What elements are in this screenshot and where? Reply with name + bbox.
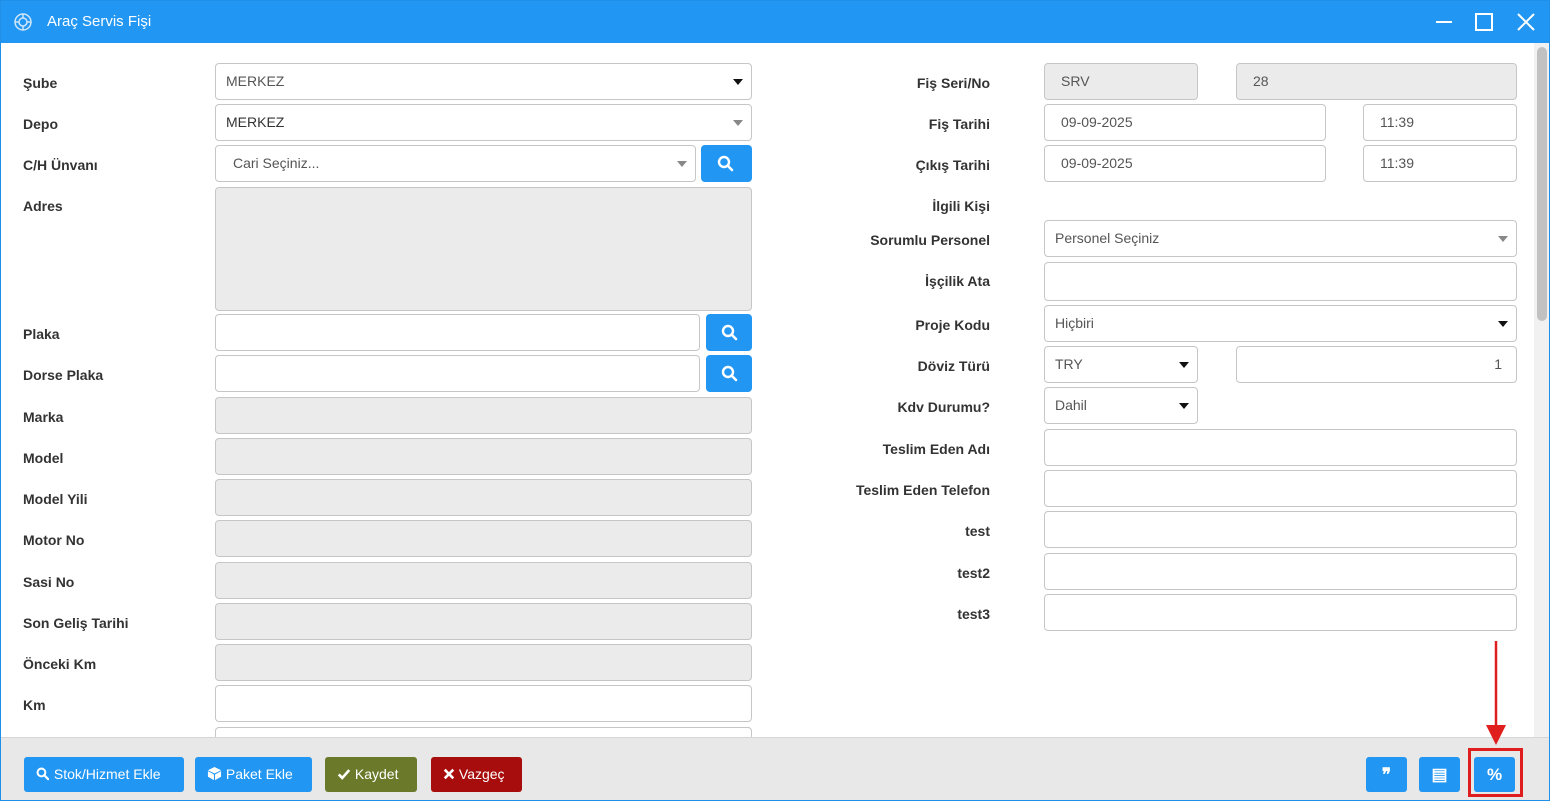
test-input[interactable] [1044,511,1517,548]
footer-toolbar: Stok/Hizmet Ekle Paket Ekle Kaydet Vazge… [1,737,1549,800]
app-logo-icon [14,13,32,31]
x-icon [443,768,455,780]
test3-label: test3 [957,606,990,622]
depo-label: Depo [23,116,58,132]
vertical-scrollbar[interactable] [1534,43,1549,737]
vazgec-button[interactable]: Vazgeç [431,757,522,792]
motor-no-label: Motor No [23,532,85,548]
proje-kodu-select[interactable]: Hiçbiri [1044,305,1517,342]
red-arrow-annotation [1486,641,1506,745]
stok-hizmet-ekle-button[interactable]: Stok/Hizmet Ekle [24,757,184,792]
marka-label: Marka [23,409,64,425]
plaka-label: Plaka [23,326,60,342]
kaydet-label: Kaydet [354,766,399,782]
paket-ekle-label: Paket Ekle [225,766,293,782]
close-button[interactable] [1513,9,1539,35]
depo-select[interactable]: MERKEZ [215,104,752,141]
scrollbar-thumb[interactable] [1537,47,1547,321]
teslim-eden-adi-label: Teslim Eden Adı [882,441,990,457]
motor-no-input [215,520,752,557]
cikis-tarihi-time-input[interactable]: 11:39 [1363,145,1517,182]
quote-icon: ❞ [1381,765,1392,784]
teslim-eden-telefon-label: Teslim Eden Telefon [855,482,990,498]
vazgec-label: Vazgeç [458,766,505,782]
kdv-durumu-label: Kdv Durumu? [897,399,990,415]
test2-input[interactable] [1044,553,1517,590]
form-content: Şube MERKEZ Depo MERKEZ C/H Ünvanı Cari … [1,43,1534,737]
teslim-eden-telefon-input[interactable] [1044,470,1517,507]
doviz-kuru-input[interactable]: 1 [1236,346,1517,383]
fis-tarihi-date-input[interactable]: 09-09-2025 [1044,104,1326,141]
next-field-input[interactable] [215,727,752,737]
check-icon [337,769,351,780]
km-label: Km [23,697,46,713]
test-label: test [965,523,990,539]
notebook-button[interactable]: ▤ [1419,757,1460,792]
proje-kodu-label: Proje Kodu [915,317,990,333]
arac-servis-fisi-window: Araç Servis Fişi Şube MERKEZ Depo MERKEZ… [0,0,1550,801]
model-label: Model [23,450,64,466]
onceki-km-input [215,644,752,681]
fis-tarihi-time-input[interactable]: 11:39 [1363,104,1517,141]
cari-select[interactable]: Cari Seçiniz... [215,145,696,182]
fis-tarihi-label: Fiş Tarihi [928,116,990,132]
test2-label: test2 [957,565,990,581]
maximize-icon [1475,13,1493,31]
minimize-icon [1436,21,1452,23]
percent-button-highlight [1468,748,1523,797]
sorumlu-personel-label: Sorumlu Personel [870,232,990,248]
onceki-km-label: Önceki Km [23,656,97,672]
fis-seri-input: SRV [1044,63,1198,100]
adres-textarea[interactable] [215,187,752,311]
ilgili-kisi-label: İlgili Kişi [932,198,990,214]
model-input [215,438,752,475]
iscilik-ata-label: İşçilik Ata [925,273,990,289]
son-gelis-tarihi-input [215,603,752,640]
kdv-durumu-select[interactable]: Dahil [1044,387,1198,424]
adres-label: Adres [23,198,63,214]
minimize-button[interactable] [1431,9,1457,35]
book-icon: ▤ [1431,765,1448,784]
fis-seri-no-label: Fiş Seri/No [916,75,990,91]
paket-ekle-button[interactable]: Paket Ekle [195,757,312,792]
dorse-plaka-label: Dorse Plaka [23,367,104,383]
sube-select[interactable]: MERKEZ [215,63,752,100]
plaka-input[interactable] [215,314,700,351]
ch-unvani-label: C/H Ünvanı [23,157,98,173]
sube-label: Şube [23,75,58,91]
sasi-no-input [215,562,752,599]
quote-button[interactable]: ❞ [1366,757,1407,792]
iscilik-ata-input[interactable] [1044,262,1517,301]
window-title: Araç Servis Fişi [47,13,152,30]
close-icon [1517,13,1535,31]
title-bar: Araç Servis Fişi [1,1,1549,43]
test3-input[interactable] [1044,594,1517,631]
model-yili-input [215,479,752,516]
kaydet-button[interactable]: Kaydet [325,757,417,792]
maximize-button[interactable] [1471,9,1497,35]
son-gelis-tarihi-label: Son Geliş Tarihi [23,615,129,631]
cikis-tarihi-label: Çıkış Tarihi [915,157,990,173]
km-input[interactable] [215,685,752,722]
doviz-turu-label: Döviz Türü [917,358,990,374]
model-yili-label: Model Yili [23,491,88,507]
marka-input [215,397,752,434]
stok-hizmet-ekle-label: Stok/Hizmet Ekle [53,766,161,782]
cikis-tarihi-date-input[interactable]: 09-09-2025 [1044,145,1326,182]
fis-no-input: 28 [1236,63,1517,100]
sorumlu-personel-select[interactable]: Personel Seçiniz [1044,220,1517,257]
cube-icon [207,766,222,781]
sasi-no-label: Sasi No [23,574,75,590]
dorse-plaka-input[interactable] [215,355,700,392]
search-icon [36,767,50,781]
teslim-eden-adi-input[interactable] [1044,429,1517,466]
doviz-turu-select[interactable]: TRY [1044,346,1198,383]
